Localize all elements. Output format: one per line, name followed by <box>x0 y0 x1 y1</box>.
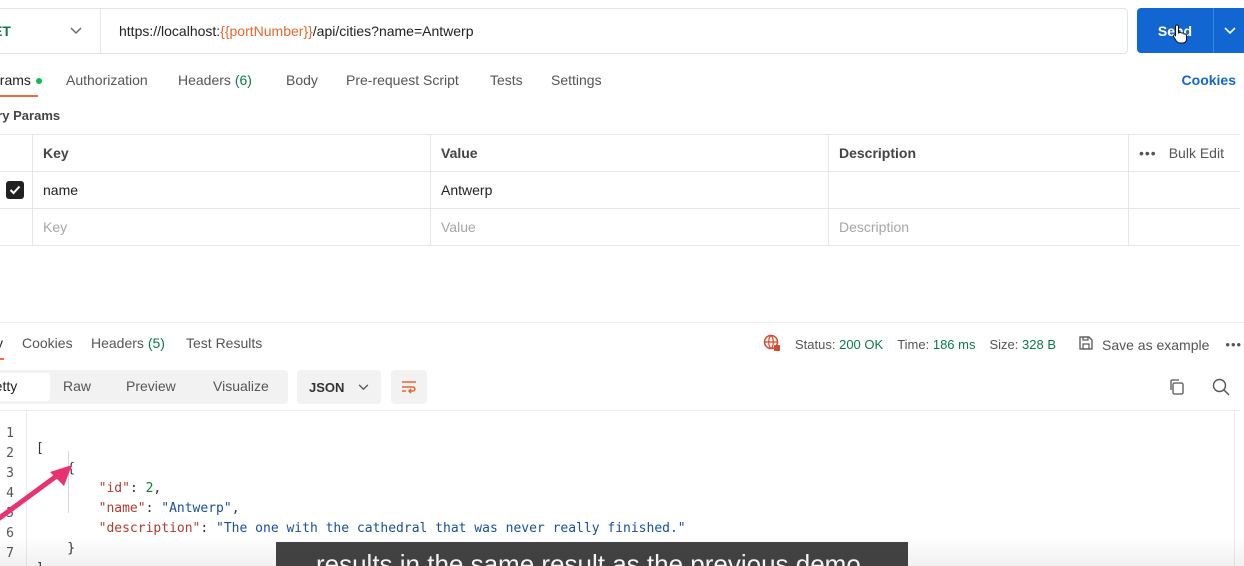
time-label: Time: <box>897 337 930 352</box>
save-as-example-button[interactable]: Save as example <box>1102 337 1209 353</box>
tab-response-headers-label: Headers <box>91 335 144 351</box>
view-raw[interactable]: Raw <box>63 378 91 394</box>
header-check-cell <box>0 135 32 171</box>
globe-error-icon[interactable] <box>763 334 781 355</box>
header-value: Value <box>430 135 828 171</box>
row-actions-cell <box>1128 172 1240 208</box>
url-bar: ET https://localhost:{{portNumber}}/api/… <box>0 8 1128 54</box>
param-description-input[interactable] <box>828 172 1128 208</box>
method-label: ET <box>0 23 11 39</box>
bulk-edit-link[interactable]: Bulk Edit <box>1169 145 1224 161</box>
copy-icon[interactable] <box>1168 378 1186 401</box>
tab-response-headers[interactable]: Headers (5) <box>91 335 165 351</box>
size-value: 328 B <box>1022 337 1056 352</box>
tab-headers[interactable]: Headers (6) <box>178 72 252 88</box>
chevron-down-icon <box>70 24 82 38</box>
table-row: name Antwerp <box>0 172 1240 209</box>
json-key-name: "name" <box>98 501 146 516</box>
tab-response-body[interactable]: y <box>0 335 3 351</box>
format-select-value: JSON <box>309 379 345 395</box>
request-tabs: arams Authorization Headers (6) Body Pre… <box>0 63 1244 97</box>
url-suffix: /api/cities?name=Antwerp <box>312 23 474 39</box>
table-header-row: Key Value Description ••• Bulk Edit <box>0 135 1240 172</box>
save-icon <box>1078 335 1094 354</box>
tab-tests[interactable]: Tests <box>490 72 523 88</box>
url-input[interactable]: https://localhost:{{portNumber}}/api/cit… <box>101 23 474 39</box>
hand-cursor-icon <box>1172 24 1187 44</box>
time-value: 186 ms <box>932 337 976 352</box>
empty-check-cell <box>0 209 32 245</box>
status-label: Status: <box>795 337 836 352</box>
code-line: 2 { <box>0 431 75 476</box>
tab-response-cookies[interactable]: Cookies <box>22 335 73 351</box>
chevron-down-icon <box>358 380 369 394</box>
active-tab-underline <box>0 95 38 97</box>
new-key-input[interactable]: Key <box>32 209 430 245</box>
tab-response-headers-count: (5) <box>147 335 165 351</box>
code-line: 1 [ <box>0 411 47 456</box>
wrap-lines-button[interactable] <box>391 370 427 404</box>
more-options-icon[interactable]: ••• <box>1139 145 1157 161</box>
new-description-input[interactable]: Description <box>828 209 1128 245</box>
query-params-heading: ery Params <box>0 108 61 123</box>
json-value-id: 2 <box>145 481 154 496</box>
view-visualize[interactable]: Visualize <box>213 378 269 394</box>
response-divider <box>0 322 1244 323</box>
tab-body[interactable]: Body <box>286 72 318 88</box>
status-value: 200 OK <box>839 337 884 352</box>
video-caption: results in the same result as the previo… <box>276 542 908 566</box>
view-pretty[interactable]: retty <box>0 378 17 394</box>
bulk-edit-cell: ••• Bulk Edit <box>1128 135 1240 171</box>
code-text: "description": "The one with the cathedr… <box>98 521 686 536</box>
tab-params-label: arams <box>0 72 31 88</box>
send-button[interactable]: Send <box>1137 8 1244 53</box>
format-select[interactable]: JSON <box>297 370 381 404</box>
params-indicator-dot <box>35 78 42 85</box>
view-mode-segmented-control: retty Raw Preview Visualize <box>0 370 288 404</box>
send-options-chevron-icon[interactable] <box>1214 24 1244 38</box>
tab-params[interactable]: arams <box>0 72 42 88</box>
size-label: Size: <box>989 337 1019 352</box>
method-select[interactable]: ET <box>0 9 101 53</box>
tab-headers-count: (6) <box>234 72 252 88</box>
json-key-description: "description" <box>98 521 201 536</box>
empty-actions-cell <box>1128 209 1240 245</box>
wrap-lines-icon <box>402 381 416 394</box>
json-value-description: "The one with the cathedral that was nev… <box>216 521 686 536</box>
new-value-input[interactable]: Value <box>430 209 828 245</box>
header-key: Key <box>32 135 430 171</box>
url-prefix: https://localhost: <box>119 23 221 39</box>
tab-pre-request-script[interactable]: Pre-request Script <box>346 72 459 88</box>
param-enabled-checkbox[interactable] <box>6 181 24 199</box>
param-value-input[interactable]: Antwerp <box>430 172 828 208</box>
url-variable: {{portNumber}} <box>220 23 313 39</box>
row-check-cell <box>0 172 32 208</box>
postman-window: { "request": { "method": "GET", "method_… <box>0 0 1244 566</box>
search-icon[interactable] <box>1212 378 1230 401</box>
tab-test-results[interactable]: Test Results <box>186 335 262 351</box>
cookies-link[interactable]: Cookies <box>1182 72 1236 88</box>
more-options-icon[interactable]: ••• <box>1225 337 1242 352</box>
response-active-underline <box>0 358 4 360</box>
tab-headers-label: Headers <box>178 72 231 88</box>
json-key-id: "id" <box>98 481 130 496</box>
header-description: Description <box>828 135 1128 171</box>
checkmark-icon <box>9 185 21 195</box>
param-key-input[interactable]: name <box>32 172 430 208</box>
query-params-table: Key Value Description ••• Bulk Edit name… <box>0 134 1240 246</box>
json-value-name: "Antwerp" <box>161 501 232 516</box>
annotation-arrow-icon <box>0 465 72 521</box>
tab-settings[interactable]: Settings <box>551 72 602 88</box>
table-row-empty: Key Value Description <box>0 209 1240 246</box>
tab-authorization[interactable]: Authorization <box>66 72 148 88</box>
view-preview[interactable]: Preview <box>126 378 176 394</box>
response-status-bar: Status: 200 OK Time: 186 ms Size: 328 B … <box>763 334 1242 355</box>
